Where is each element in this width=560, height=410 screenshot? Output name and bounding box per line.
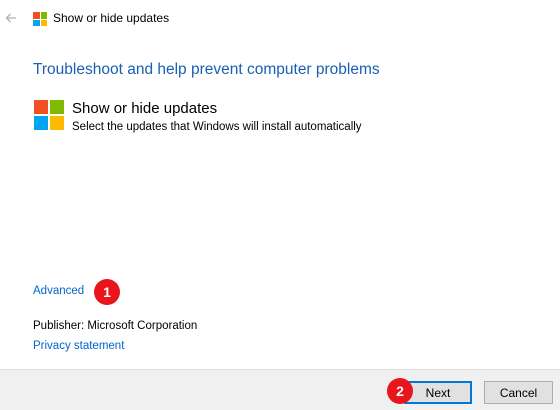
arrow-left-icon — [5, 13, 16, 23]
page-heading: Troubleshoot and help prevent computer p… — [33, 61, 380, 78]
windows-logo-icon — [34, 100, 64, 130]
windows-logo-icon — [33, 12, 47, 26]
publisher-info: Publisher: Microsoft Corporation — [33, 320, 198, 332]
step-badge-2: 2 — [387, 378, 413, 404]
advanced-link[interactable]: Advanced — [33, 285, 84, 297]
task-description: Select the updates that Windows will ins… — [72, 121, 362, 133]
footer-bar — [0, 369, 560, 410]
back-button[interactable] — [2, 9, 20, 27]
privacy-statement-link[interactable]: Privacy statement — [33, 340, 124, 352]
cancel-button[interactable]: Cancel — [484, 381, 553, 404]
window-title: Show or hide updates — [53, 11, 170, 25]
step-badge-1: 1 — [94, 279, 120, 305]
task-title: Show or hide updates — [72, 100, 218, 117]
next-button[interactable]: Next — [404, 381, 472, 404]
